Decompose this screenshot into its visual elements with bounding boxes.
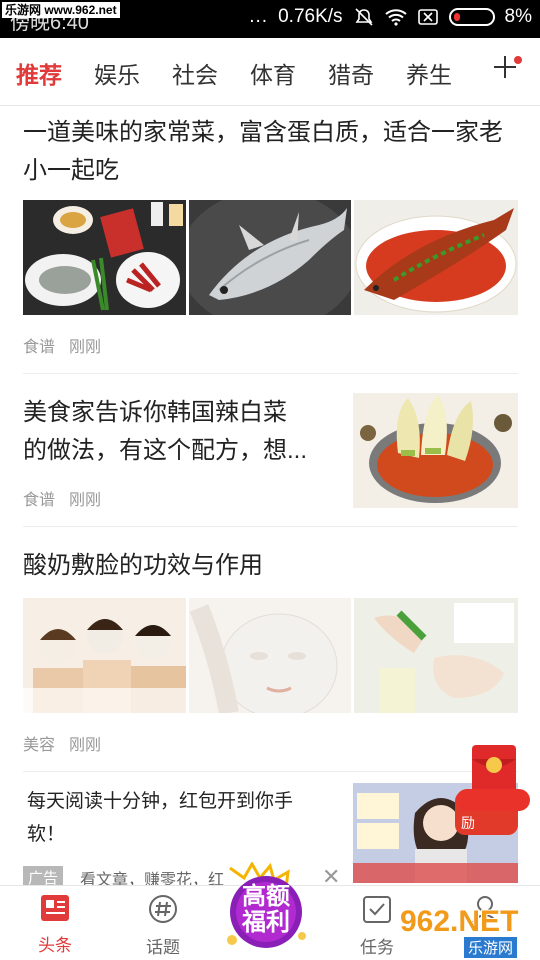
site-watermark: 乐游网 www.962.net — [2, 2, 120, 18]
raw-fish-image — [189, 200, 351, 315]
nav-headlines[interactable]: 头条 — [20, 894, 90, 956]
divider — [23, 526, 518, 527]
tab-entertainment[interactable]: 娱乐 — [94, 56, 140, 90]
tab-sports[interactable]: 体育 — [250, 56, 296, 90]
divider — [23, 771, 518, 772]
yogurt-mask-image — [354, 598, 518, 713]
notification-dot — [514, 56, 522, 64]
nav-label: 头条 — [38, 936, 72, 955]
ad-text-line: 软！ — [27, 824, 66, 845]
tab-health[interactable]: 养生 — [406, 56, 452, 90]
promo-text: 高额 福利 — [218, 884, 314, 936]
wifi-icon — [384, 9, 407, 26]
news-icon — [41, 895, 69, 921]
article-title-line: 美食家告诉你韩国辣白菜 — [23, 399, 287, 426]
food-ingredients-image — [23, 200, 186, 315]
article-image[interactable] — [189, 598, 351, 713]
tab-curiosity[interactable]: 猎奇 — [328, 56, 374, 90]
article-time: 刚刚 — [69, 492, 102, 509]
article-title[interactable]: 酸奶敷脸的功效与作用 — [23, 547, 518, 585]
article-card[interactable]: 酸奶敷脸的功效与作用 — [23, 547, 518, 585]
ad-text-line: 每天阅读十分钟，红包开到你手 — [27, 791, 294, 812]
mute-icon — [354, 8, 373, 26]
article-category: 食谱 — [23, 339, 56, 356]
article-title[interactable]: 一道美味的家常菜，富含蛋白质，适合一家老小一起吃 — [23, 114, 518, 190]
red-packet-icon — [456, 745, 530, 811]
hashtag-icon — [149, 895, 177, 923]
more-dots-icon: ... — [249, 6, 269, 27]
face-mask-women-image — [23, 598, 186, 713]
braised-fish-image — [354, 200, 518, 315]
article-image[interactable] — [189, 200, 351, 315]
article-time: 刚刚 — [69, 737, 102, 754]
tab-society[interactable]: 社会 — [172, 56, 218, 90]
battery-icon — [448, 8, 495, 26]
task-icon — [363, 896, 391, 923]
site-watermark-logo: 962.NET 乐游网 — [400, 905, 538, 958]
category-tabs: 推荐 娱乐 社会 体育 猎奇 养生 — [0, 38, 540, 106]
article-card[interactable]: 美食家告诉你韩国辣白菜 的做法，有这个配方，想... — [23, 394, 333, 470]
sim-off-icon — [417, 9, 438, 25]
face-mask-closeup-image — [189, 598, 351, 713]
article-category: 美容 — [23, 737, 56, 754]
article-image[interactable] — [354, 598, 518, 713]
nav-label: 话题 — [146, 938, 180, 957]
article-meta: 食谱 刚刚 — [23, 486, 518, 510]
watermark-text: 962.NET — [400, 905, 519, 938]
battery-percent: 8% — [504, 6, 532, 27]
article-title-line: 的做法，有这个配方，想... — [23, 437, 308, 464]
nav-topics[interactable]: 话题 — [128, 894, 198, 958]
article-title[interactable]: 美食家告诉你韩国辣白菜 的做法，有这个配方，想... — [23, 394, 333, 470]
status-icons: ... 0.76K/s 8% — [249, 6, 532, 28]
promo-text-line: 高额 — [242, 883, 290, 910]
watermark-subtext: 乐游网 — [464, 937, 518, 958]
divider — [23, 373, 518, 374]
ad-text[interactable]: 每天阅读十分钟，红包开到你手 软！ — [27, 785, 327, 851]
article-image[interactable] — [354, 200, 518, 315]
status-bar: 傍晚6:40 乐游网 www.962.net ... 0.76K/s 8% — [0, 0, 540, 38]
red-packet-float[interactable] — [454, 745, 532, 813]
promo-badge[interactable]: 高额 福利 — [218, 860, 314, 950]
article-meta: 食谱 刚刚 — [23, 333, 518, 357]
article-meta: 美容 刚刚 — [23, 731, 518, 755]
article-image[interactable] — [23, 598, 186, 713]
article-time: 刚刚 — [69, 339, 102, 356]
network-speed: 0.76K/s — [278, 6, 343, 27]
promo-text-line: 福利 — [242, 909, 290, 936]
article-category: 食谱 — [23, 492, 56, 509]
article-image[interactable] — [23, 200, 186, 315]
tab-recommend[interactable]: 推荐 — [16, 56, 62, 90]
article-card[interactable]: 一道美味的家常菜，富含蛋白质，适合一家老小一起吃 — [23, 114, 518, 190]
